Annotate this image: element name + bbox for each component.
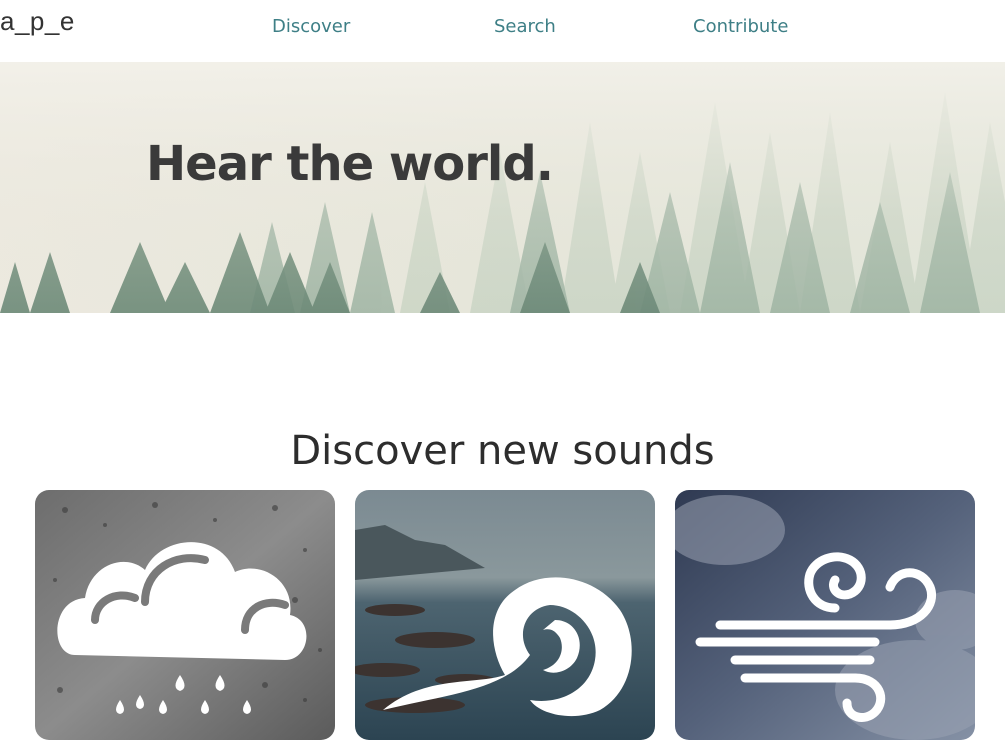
- rain-cloud-icon: [57, 542, 307, 714]
- rain-sound-card[interactable]: [35, 490, 335, 740]
- wind-icon: [695, 552, 936, 722]
- ocean-sound-card[interactable]: [355, 490, 655, 740]
- nav-contribute-link[interactable]: Contribute: [693, 16, 788, 37]
- ocean-wave-icon: [383, 577, 632, 717]
- nav-search-link[interactable]: Search: [494, 16, 556, 37]
- site-header: a_p_e Discover Search Contribute: [0, 0, 1005, 62]
- discover-section-title: Discover new sounds: [290, 428, 715, 474]
- hero-title: Hear the world.: [146, 136, 554, 192]
- nav-discover-link[interactable]: Discover: [272, 16, 350, 37]
- site-logo[interactable]: a_p_e: [0, 6, 75, 37]
- hero-banner: Hear the world.: [0, 62, 1005, 313]
- wind-sound-card[interactable]: [675, 490, 975, 740]
